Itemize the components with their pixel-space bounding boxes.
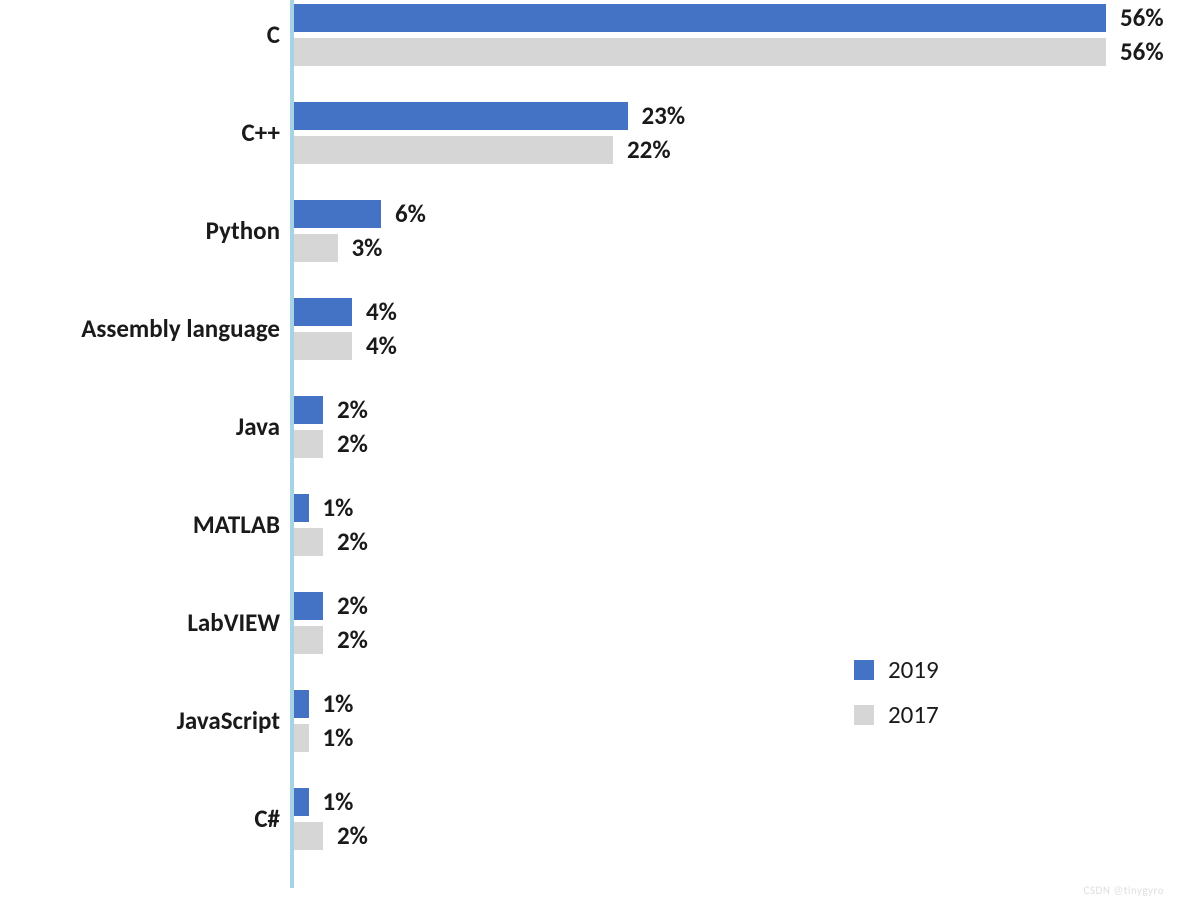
bar-label: 2% [337,528,368,556]
bar-2017 [294,234,338,262]
bar-label: 2% [337,592,368,620]
bar-label: 2% [337,626,368,654]
bar-2017 [294,626,323,654]
bar-label: 1% [323,494,354,522]
category-label: Assembly language [81,314,280,344]
bar-2017 [294,528,323,556]
legend-item-2019: 2019 [854,654,939,685]
bar-label: 1% [323,788,354,816]
category-label: JavaScript [177,706,280,736]
legend-swatch-2019 [854,660,874,680]
category-label: C# [254,804,280,834]
bar-2017 [294,332,352,360]
category-label: LabVIEW [187,608,280,638]
category-label: MATLAB [193,510,280,540]
bar-label: 22% [627,136,671,164]
legend-item-2017: 2017 [854,699,939,730]
category-label: Python [206,216,280,246]
legend: 2019 2017 [854,654,939,744]
bar-2019 [294,102,628,130]
bar-2017 [294,430,323,458]
bar-2017 [294,38,1106,66]
bar-2019 [294,298,352,326]
category-label: C [267,20,280,50]
bar-2019 [294,200,381,228]
category-label: C++ [242,118,280,148]
bar-2019 [294,592,323,620]
bar-2017 [294,724,309,752]
watermark: CSDN @tinygyro [1084,884,1164,897]
bar-2019 [294,690,309,718]
bar-label: 1% [323,690,354,718]
bar-label: 23% [642,102,686,130]
bar-label: 2% [337,430,368,458]
bar-label: 3% [352,234,383,262]
bar-2019 [294,4,1106,32]
bar-label: 56% [1120,4,1164,32]
bar-2019 [294,788,309,816]
bar-2019 [294,494,309,522]
bar-label: 2% [337,822,368,850]
legend-label-2017: 2017 [888,699,939,730]
bar-label: 4% [366,298,397,326]
legend-label-2019: 2019 [888,654,939,685]
chart-container: C 56% 56% C++ 23% 22% Python 6% 3% Assembly langu… [0,0,1184,905]
bar-label: 56% [1120,38,1164,66]
bar-label: 4% [366,332,397,360]
bar-label: 1% [323,724,354,752]
category-label: Java [236,412,280,442]
bar-2019 [294,396,323,424]
bar-2017 [294,136,613,164]
bar-label: 2% [337,396,368,424]
legend-swatch-2017 [854,705,874,725]
bar-label: 6% [395,200,426,228]
bar-2017 [294,822,323,850]
